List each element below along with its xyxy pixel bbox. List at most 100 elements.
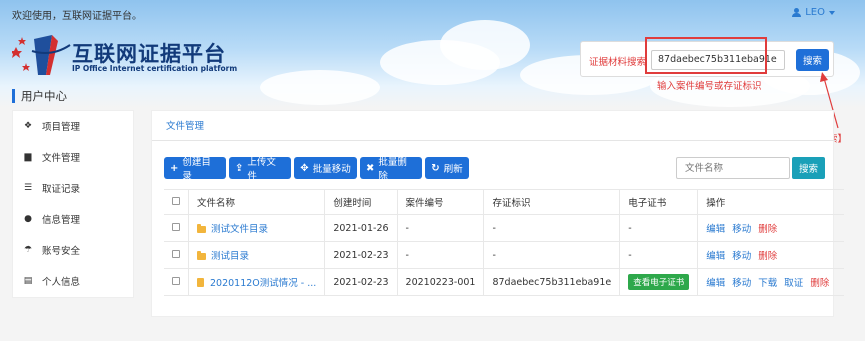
welcome-text: 欢迎使用，互联网证据平台。 (12, 11, 142, 22)
sidebar-item-label: 项目管理 (42, 122, 81, 133)
col-header-name: 文件名称 (187, 189, 325, 215)
col-header-cert: 电子证书 (619, 189, 698, 215)
evidence-search-label: 证据材料搜索 (589, 57, 647, 68)
file-table: 文件名称 创建时间 案件编号 存证标识 电子证书 操作 测试文件目录 2021-… (164, 189, 845, 296)
create-dir-button[interactable]: + 创建目录 (164, 157, 226, 182)
edit-link[interactable]: 编辑 (706, 251, 725, 262)
ops-cell: 编辑 移动 删除 (697, 214, 845, 242)
upload-label: 上传文件 (247, 157, 276, 182)
folder-icon (197, 251, 206, 260)
file-name-link[interactable]: 测试目录 (211, 251, 249, 262)
move-link[interactable]: 移动 (732, 278, 751, 289)
tag-cell: - (483, 241, 620, 269)
row-checkbox[interactable] (172, 249, 180, 258)
col-header-tag: 存证标识 (483, 189, 620, 215)
batch-move-button[interactable]: ✥ 批量移动 (294, 157, 357, 179)
chevron-down-icon (829, 10, 835, 15)
sidebar-item-info[interactable]: ● 信息管理 (13, 208, 135, 230)
file-icon (197, 278, 204, 287)
umbrella-icon: ☂ (23, 245, 33, 255)
edit-link[interactable]: 编辑 (706, 224, 725, 235)
batch-move-label: 批量移动 (312, 164, 351, 175)
file-name-link[interactable]: 2020112O测试情况 - ... (210, 278, 316, 289)
row-checkbox[interactable] (172, 276, 180, 285)
user-center-title: 用户中心 (12, 89, 67, 103)
move-icon: ✥ (300, 162, 309, 174)
sidebar-item-label: 个人信息 (42, 277, 81, 288)
tab-file-management[interactable]: 文件管理 (166, 118, 204, 132)
sidebar: ❖ 项目管理 ▆ 文件管理 ☰ 取证记录 ● 信息管理 ☂ 账号安全 ▤ 个人信… (12, 110, 134, 298)
delete-link[interactable]: 删除 (758, 224, 777, 235)
refresh-button[interactable]: ↻ 刷新 (425, 157, 469, 179)
refresh-label: 刷新 (443, 164, 463, 175)
tag-cell: 87daebec75b311eba91e (483, 268, 620, 296)
row-select-cell[interactable] (164, 241, 189, 269)
refresh-icon: ↻ (431, 162, 440, 174)
filename-search-button[interactable]: 搜索 (792, 157, 825, 179)
case-no-cell: 20210223-001 (396, 268, 484, 296)
tag-cell: - (483, 214, 620, 242)
batch-delete-label: 批量删除 (378, 157, 407, 182)
edit-link[interactable]: 编辑 (706, 278, 725, 289)
filename-search-input[interactable] (676, 157, 790, 179)
row-select-cell[interactable] (164, 268, 189, 296)
sidebar-item-projects[interactable]: ❖ 项目管理 (13, 115, 135, 137)
download-link[interactable]: 下载 (758, 278, 777, 289)
evidence-search-button[interactable]: 搜索 (796, 49, 829, 71)
upload-button[interactable]: ⇪ 上传文件 (229, 157, 291, 182)
sidebar-item-profile[interactable]: ▤ 个人信息 (13, 270, 135, 292)
batch-delete-button[interactable]: ✖ 批量删除 (360, 157, 422, 182)
sidebar-item-records[interactable]: ☰ 取证记录 (13, 177, 135, 199)
sidebar-item-security[interactable]: ☂ 账号安全 (13, 239, 135, 261)
annotation-input-hint: 输入案件编号或存证标识 (657, 81, 762, 92)
annotation-highlight-box (645, 37, 767, 74)
sidebar-item-files[interactable]: ▆ 文件管理 (13, 146, 135, 168)
user-icon (792, 8, 802, 17)
select-all-cell[interactable] (164, 189, 189, 215)
move-link[interactable]: 移动 (732, 224, 751, 235)
ops-cell: 编辑 移动 下载 取证 删除 (697, 268, 845, 296)
comment-icon: ● (24, 214, 32, 224)
sidebar-item-label: 信息管理 (42, 215, 81, 226)
created-cell: 2021-02-23 (324, 241, 398, 269)
delete-link[interactable]: 删除 (810, 278, 829, 289)
col-header-case-no: 案件编号 (396, 189, 484, 215)
delete-link[interactable]: 删除 (758, 251, 777, 262)
cert-cell: - (619, 214, 698, 242)
sidebar-item-label: 账号安全 (42, 246, 81, 257)
cert-cell: 查看电子证书 (619, 268, 698, 296)
plus-icon: + (170, 162, 179, 174)
table-row: 测试文件目录 2021-01-26 - - - 编辑 移动 删除 (164, 214, 845, 242)
ops-cell: 编辑 移动 删除 (697, 241, 845, 269)
logo-icon (12, 35, 71, 75)
case-no-cell: - (396, 241, 484, 269)
move-link[interactable]: 移动 (732, 251, 751, 262)
create-dir-label: 创建目录 (182, 157, 211, 182)
view-cert-button[interactable]: 查看电子证书 (628, 274, 690, 290)
file-management-panel: 文件管理 + 创建目录 ⇪ 上传文件 ✥ 批量移动 ✖ 批量删除 ↻ 刷新 搜索… (151, 110, 845, 317)
database-icon: ☰ (23, 183, 33, 193)
folder-icon (197, 224, 206, 233)
table-row: 2020112O测试情况 - ... 2021-02-23 20210223-0… (164, 268, 845, 296)
file-name-link[interactable]: 测试文件目录 (211, 224, 268, 235)
table-row: 测试目录 2021-02-23 - - - 编辑 移动 删除 (164, 241, 845, 269)
col-header-created: 创建时间 (324, 189, 398, 215)
case-no-cell: - (396, 214, 484, 242)
close-icon: ✖ (366, 162, 375, 174)
upload-icon: ⇪ (235, 162, 244, 174)
name-cell: 测试目录 (187, 241, 325, 269)
row-checkbox[interactable] (172, 222, 180, 231)
sidebar-item-label: 取证记录 (42, 184, 81, 195)
user-menu[interactable]: LEO (792, 7, 835, 18)
created-cell: 2021-02-23 (324, 268, 398, 296)
table-header-row: 文件名称 创建时间 案件编号 存证标识 电子证书 操作 (164, 189, 845, 215)
divider (152, 140, 835, 141)
cubes-icon: ❖ (23, 121, 33, 131)
select-all-checkbox[interactable] (172, 196, 180, 205)
row-select-cell[interactable] (164, 214, 189, 242)
forensics-link[interactable]: 取证 (784, 278, 803, 289)
cloud-decoration (440, 20, 530, 70)
logo-subtitle: IP Office Internet certification platfor… (72, 64, 238, 73)
cert-cell: - (619, 241, 698, 269)
col-header-ops: 操作 (697, 189, 845, 215)
